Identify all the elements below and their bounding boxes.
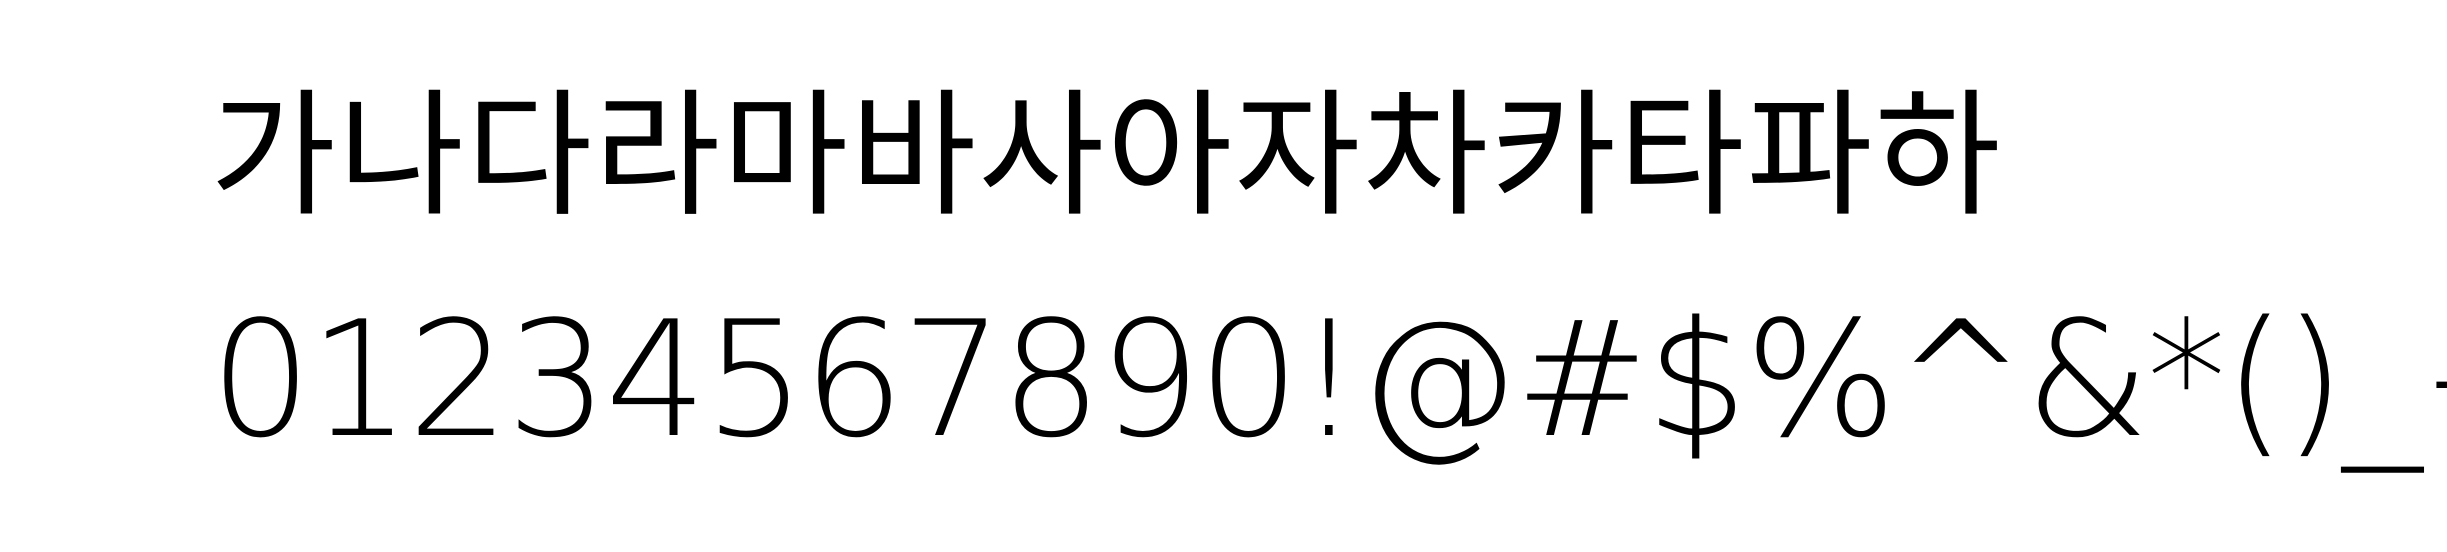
font-specimen: 가나다라마바사아자차카타파하 01234567890!@#$%^&*()_+ bbox=[0, 0, 2447, 552]
digits-symbols-sample-line: 01234567890!@#$%^&*()_+ bbox=[210, 286, 2447, 473]
hangul-sample-line: 가나다라마바사아자차카타파하 bbox=[210, 77, 2003, 236]
